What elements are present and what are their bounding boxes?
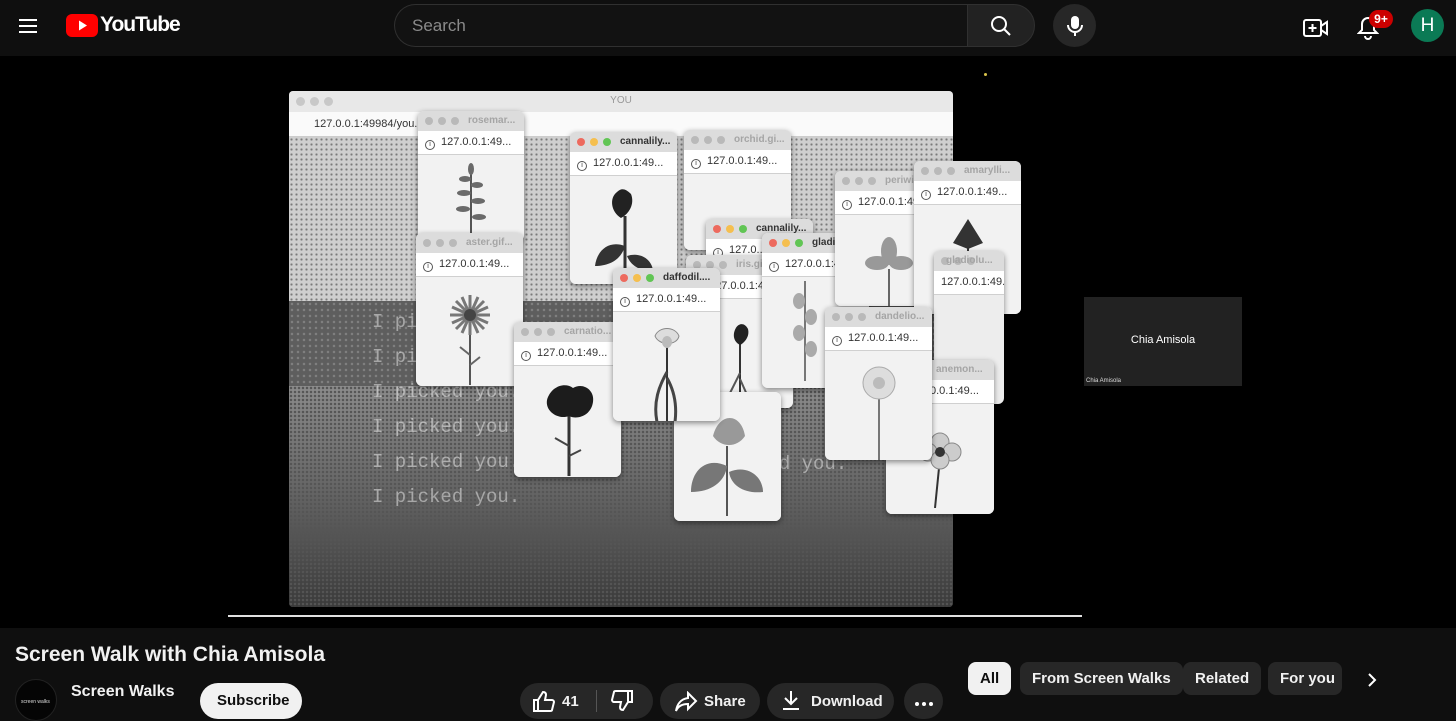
screen-url-text: 127.0.0.1:49984/you... <box>314 118 424 130</box>
menu-icon[interactable] <box>8 6 48 46</box>
gladiolus-flower-image <box>792 281 817 381</box>
carnation-flower-image <box>546 385 593 476</box>
window-title: cannalily... <box>620 136 671 147</box>
window-url: 127.0.0.1:49... <box>537 347 608 359</box>
poem-line: I picked you. <box>372 416 521 438</box>
flower-window-aster: aster.gif... i 127.0.0.1:49... <box>416 233 523 386</box>
window-title: daffodil.... <box>663 272 711 283</box>
chip-from-screen-walks[interactable]: From Screen Walks <box>1020 662 1183 695</box>
participant-video-tile: Chia Amisola Chia Amisola <box>1084 297 1242 386</box>
like-divider <box>596 690 597 712</box>
window-url: 127.0.0.1:49... <box>707 155 778 167</box>
window-title: rosemar... <box>468 115 516 126</box>
poem-line: I picked you. <box>372 486 521 508</box>
video-speck <box>984 73 987 76</box>
lily-flower-image <box>690 418 763 516</box>
periwinkle-flower-image <box>864 237 913 306</box>
search-input[interactable] <box>395 5 968 46</box>
window-title: orchid.gi... <box>734 134 785 145</box>
screen-title-bar: YOU <box>289 91 953 112</box>
window-url: 127.0.0.1:49... <box>636 293 707 305</box>
channel-avatar[interactable]: screen walks <box>15 679 57 721</box>
flower-window-cannalily: cannalily... i 127.0.0.1:49... <box>570 132 677 284</box>
window-url: 127.0.0.1:49... <box>441 136 512 148</box>
search-box <box>394 4 968 47</box>
dandelion-flower-image <box>862 366 895 460</box>
chips-next-button[interactable] <box>1356 664 1388 696</box>
daffodil-flower-image <box>653 328 680 421</box>
window-title: carnatio... <box>564 326 612 337</box>
video-camera-plus-icon <box>1303 19 1328 37</box>
video-progress-bar[interactable] <box>228 615 1082 617</box>
like-count: 41 <box>562 693 579 710</box>
like-dislike-group: 41 <box>520 683 653 719</box>
subscribe-button[interactable]: Subscribe <box>200 683 302 719</box>
channel-avatar-text: screen walks <box>21 699 50 705</box>
share-label: Share <box>704 693 746 710</box>
microphone-icon <box>1066 15 1083 36</box>
youtube-logo[interactable]: YouTube <box>66 13 181 37</box>
dislike-button[interactable] <box>610 690 634 716</box>
poem-line: I picked you. <box>372 451 521 473</box>
thumbs-up-icon <box>533 690 556 712</box>
screen-window-title: YOU <box>610 95 632 106</box>
flower-window-daffodil: daffodil.... i 127.0.0.1:49... <box>613 268 720 421</box>
create-button[interactable] <box>1296 8 1336 48</box>
search-button[interactable] <box>967 4 1035 47</box>
flower-window-dandelion: dandelio... i 127.0.0.1:49... <box>825 307 932 460</box>
chip-all[interactable]: All <box>968 662 1012 695</box>
participant-label: Chia Amisola <box>1086 378 1122 384</box>
more-actions-button[interactable] <box>904 683 943 719</box>
window-title: gladiolu... <box>946 255 993 266</box>
like-button[interactable] <box>532 690 556 716</box>
chip-related[interactable]: Related <box>1183 662 1262 695</box>
window-url: 127.0.0.1:49... <box>848 332 919 344</box>
flower-window-rosemary: rosemar... i 127.0.0.1:49... <box>418 111 524 241</box>
notification-badge: 9+ <box>1369 10 1393 28</box>
voice-search-button[interactable] <box>1053 4 1096 47</box>
search-icon <box>991 15 1011 36</box>
share-button[interactable]: Share <box>660 683 760 719</box>
window-title: amarylli... <box>964 165 1011 176</box>
window-title: aster.gif... <box>466 237 513 248</box>
download-button[interactable]: Download <box>767 683 894 719</box>
account-avatar[interactable]: H <box>1411 9 1444 42</box>
youtube-play-icon <box>66 13 98 37</box>
window-url: 127.0.0.1:49... <box>593 157 664 169</box>
download-label: Download <box>811 693 883 710</box>
window-title: dandelio... <box>875 311 925 322</box>
window-url: 127.0.0.1:49... <box>937 186 1008 198</box>
chevron-right-icon <box>1368 673 1377 687</box>
chip-for-you[interactable]: For you <box>1268 662 1342 695</box>
window-url: 127.0.0.1:49... <box>941 276 1004 288</box>
share-icon <box>675 691 698 712</box>
window-url: 127.0.0.1:49... <box>439 258 510 270</box>
top-bar: YouTube 9+ H <box>0 0 1456 56</box>
more-horizontal-icon <box>915 702 933 706</box>
channel-name[interactable]: Screen Walks <box>71 683 174 701</box>
participant-name: Chia Amisola <box>1130 334 1196 346</box>
window-title: anemon... <box>936 364 983 375</box>
video-title: Screen Walk with Chia Amisola <box>15 643 326 666</box>
aster-flower-image <box>449 295 490 385</box>
logo-text: YouTube <box>100 13 181 36</box>
thumbs-down-icon <box>610 690 633 712</box>
window-url: 0.0.1:49... <box>930 385 979 397</box>
flower-window-carnation: carnatio... i 127.0.0.1:49... <box>514 322 621 477</box>
rosemary-flower-image <box>456 163 486 239</box>
